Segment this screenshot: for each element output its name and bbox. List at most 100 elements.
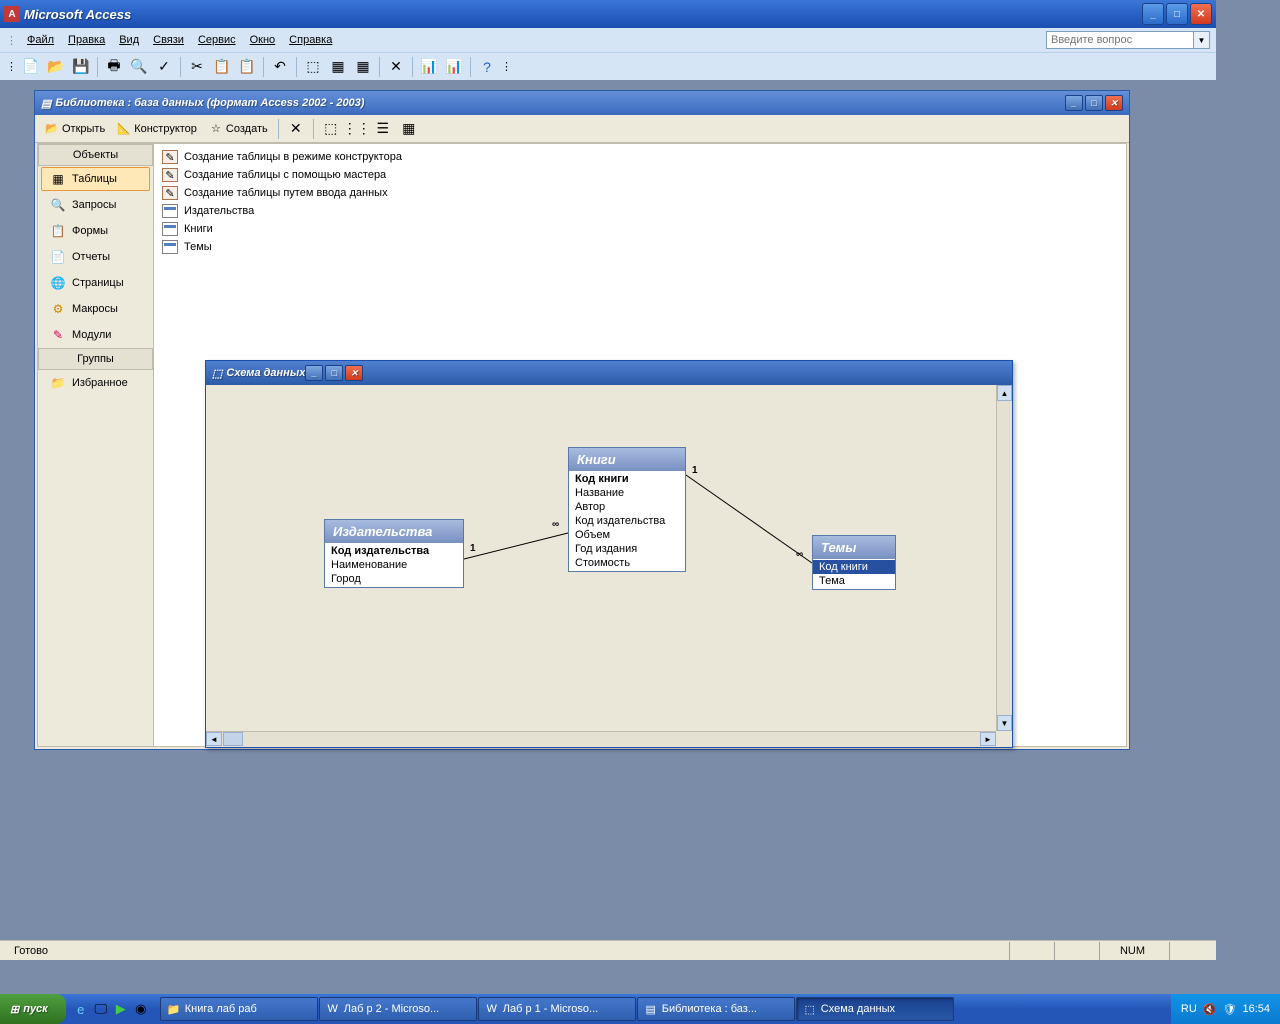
objects-header[interactable]: Объекты <box>38 144 153 166</box>
office-links-icon[interactable]: 📊 <box>418 56 440 78</box>
menu-edit[interactable]: Правка <box>62 32 111 48</box>
nav-favorites[interactable]: 📁Избранное <box>41 371 150 395</box>
toolbar-grip[interactable]: ⋮ <box>6 60 17 73</box>
undo-icon[interactable]: ↶ <box>269 56 291 78</box>
maximize-button[interactable]: □ <box>1166 3 1188 25</box>
menu-file[interactable]: Файл <box>21 32 60 48</box>
print-icon[interactable]: 🖶 <box>103 56 125 78</box>
nav-forms[interactable]: 📋Формы <box>41 219 150 243</box>
show-direct-icon[interactable]: ▦ <box>352 56 374 78</box>
table-title[interactable]: Темы <box>813 536 895 559</box>
scroll-up-button[interactable]: ▲ <box>997 385 1012 401</box>
list-item[interactable]: ✎Создание таблицы в режиме конструктора <box>158 148 1122 166</box>
menu-tools[interactable]: Сервис <box>192 32 242 48</box>
task-button-active[interactable]: ⬚Схема данных <box>796 997 954 1021</box>
table-books[interactable]: Книги Код книги Название Автор Код издат… <box>568 447 686 572</box>
task-button[interactable]: 📁Книга лаб раб <box>160 997 318 1021</box>
schema-close-button[interactable]: ✕ <box>345 365 363 381</box>
field[interactable]: Город <box>325 572 463 586</box>
app-icon[interactable]: ◉ <box>132 1000 150 1018</box>
db-design-button[interactable]: 📐Конструктор <box>113 120 201 138</box>
table-title[interactable]: Издательства <box>325 520 463 543</box>
help-icon[interactable]: ? <box>476 56 498 78</box>
toolbar-grip[interactable]: ⋮ <box>6 34 17 47</box>
list-item[interactable]: ✎Создание таблицы с помощью мастера <box>158 166 1122 184</box>
horizontal-scrollbar[interactable]: ◄ ► <box>206 731 996 747</box>
new-icon[interactable]: 📄 <box>20 56 42 78</box>
menu-help[interactable]: Справка <box>283 32 338 48</box>
save-icon[interactable]: 💾 <box>70 56 92 78</box>
help-search-input[interactable] <box>1046 31 1194 49</box>
nav-tables[interactable]: ▦Таблицы <box>41 167 150 191</box>
groups-header[interactable]: Группы <box>38 348 153 370</box>
table-title[interactable]: Книги <box>569 448 685 471</box>
nav-queries[interactable]: 🔍Запросы <box>41 193 150 217</box>
vertical-scrollbar[interactable]: ▲ ▼ <box>996 385 1012 731</box>
nav-modules[interactable]: ✎Модули <box>41 323 150 347</box>
list-item[interactable]: Книги <box>158 220 1122 238</box>
field[interactable]: Код издательства <box>569 514 685 528</box>
field-pk[interactable]: Код издательства <box>325 544 463 558</box>
db-close-button[interactable]: ✕ <box>1105 95 1123 111</box>
scroll-right-button[interactable]: ► <box>980 732 996 746</box>
menu-window[interactable]: Окно <box>244 32 282 48</box>
db-new-button[interactable]: ☆Создать <box>205 120 272 138</box>
menu-view[interactable]: Вид <box>113 32 145 48</box>
list-item[interactable]: ✎Создание таблицы путем ввода данных <box>158 184 1122 202</box>
field[interactable]: Название <box>569 486 685 500</box>
close-button[interactable]: ✕ <box>1190 3 1212 25</box>
large-icons-icon[interactable]: ⬚ <box>320 118 342 140</box>
paste-icon[interactable]: 📋 <box>236 56 258 78</box>
scroll-down-button[interactable]: ▼ <box>997 715 1012 731</box>
clear-layout-icon[interactable]: ✕ <box>385 56 407 78</box>
clock[interactable]: 16:54 <box>1242 1003 1270 1015</box>
tray-icon[interactable]: 🛡 <box>1223 1003 1237 1016</box>
nav-macros[interactable]: ⚙Макросы <box>41 297 150 321</box>
field[interactable]: Автор <box>569 500 685 514</box>
field-pk[interactable]: Код книги <box>569 472 685 486</box>
ie-icon[interactable]: e <box>72 1000 90 1018</box>
field[interactable]: Тема <box>813 574 895 588</box>
start-button[interactable]: ⊞ пуск <box>0 994 66 1024</box>
show-table-icon[interactable]: ▦ <box>327 56 349 78</box>
help-dropdown-button[interactable]: ▼ <box>1194 31 1210 49</box>
delete-icon[interactable]: ✕ <box>285 118 307 140</box>
field[interactable]: Наименование <box>325 558 463 572</box>
field[interactable]: Стоимость <box>569 556 685 570</box>
task-button[interactable]: WЛаб р 1 - Microso... <box>478 997 636 1021</box>
small-icons-icon[interactable]: ⋮⋮ <box>346 118 368 140</box>
open-icon[interactable]: 📂 <box>45 56 67 78</box>
desktop-icon[interactable]: 🖵 <box>92 1000 110 1018</box>
task-button[interactable]: WЛаб р 2 - Microso... <box>319 997 477 1021</box>
db-minimize-button[interactable]: _ <box>1065 95 1083 111</box>
analyze-icon[interactable]: 📊 <box>443 56 465 78</box>
field-selected[interactable]: Код книги <box>813 560 895 574</box>
field[interactable]: Год издания <box>569 542 685 556</box>
language-indicator[interactable]: RU <box>1181 1003 1197 1015</box>
task-button[interactable]: ▤Библиотека : баз... <box>637 997 795 1021</box>
cut-icon[interactable]: ✂ <box>186 56 208 78</box>
field[interactable]: Объем <box>569 528 685 542</box>
relationships-icon[interactable]: ⬚ <box>302 56 324 78</box>
list-item[interactable]: Темы <box>158 238 1122 256</box>
menu-relationships[interactable]: Связи <box>147 32 190 48</box>
nav-reports[interactable]: 📄Отчеты <box>41 245 150 269</box>
copy-icon[interactable]: 📋 <box>211 56 233 78</box>
list-view-icon[interactable]: ☰ <box>372 118 394 140</box>
scroll-thumb[interactable] <box>223 732 243 746</box>
tray-icon[interactable]: 🔇 <box>1203 1003 1217 1016</box>
spell-icon[interactable]: ✓ <box>153 56 175 78</box>
details-view-icon[interactable]: ▦ <box>398 118 420 140</box>
toolbar-grip[interactable]: ⋮ <box>501 60 512 73</box>
schema-canvas[interactable]: 1 ∞ 1 ∞ Издательства Код издательства На… <box>206 385 1012 747</box>
db-open-button[interactable]: 📂Открыть <box>41 120 109 138</box>
schema-maximize-button[interactable]: □ <box>325 365 343 381</box>
list-item[interactable]: Издательства <box>158 202 1122 220</box>
media-icon[interactable]: ▶ <box>112 1000 130 1018</box>
db-maximize-button[interactable]: □ <box>1085 95 1103 111</box>
nav-pages[interactable]: 🌐Страницы <box>41 271 150 295</box>
scroll-left-button[interactable]: ◄ <box>206 732 222 746</box>
preview-icon[interactable]: 🔍 <box>128 56 150 78</box>
table-topics[interactable]: Темы Код книги Тема <box>812 535 896 590</box>
schema-minimize-button[interactable]: _ <box>305 365 323 381</box>
